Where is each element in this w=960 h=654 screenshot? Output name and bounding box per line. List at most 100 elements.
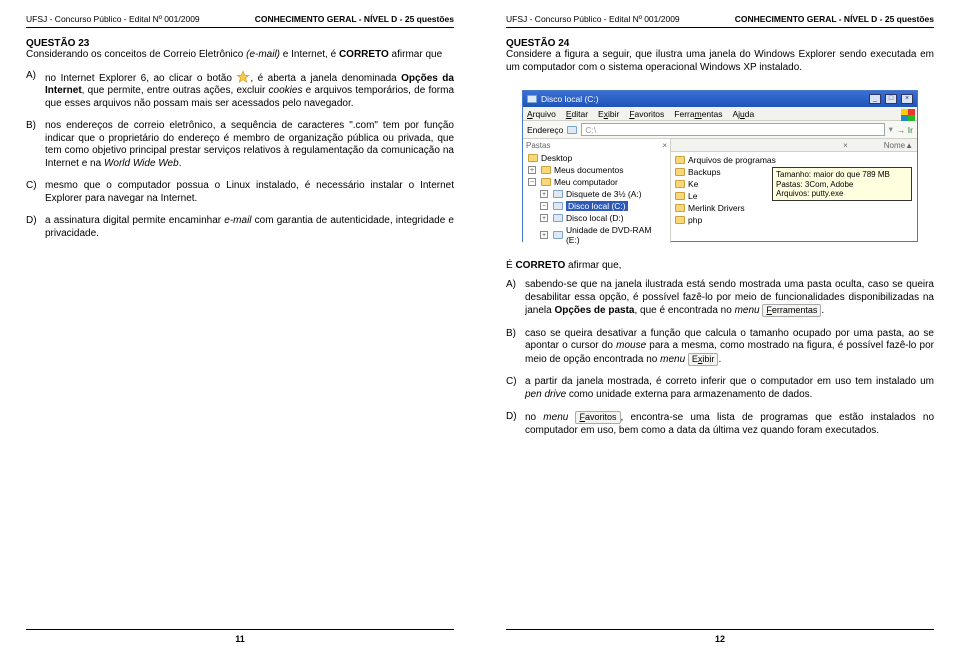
- opt-text: no Internet Explorer 6, ao clicar o botã…: [45, 70, 454, 111]
- menu-arquivo[interactable]: Arquivo: [527, 107, 556, 120]
- q23-stem: Considerando os conceitos de Correio Ele…: [26, 49, 454, 62]
- q23-opt-c: C) mesmo que o computador possua o Linux…: [26, 180, 454, 205]
- menu-ferramentas-icon: Ferramentas: [762, 304, 821, 317]
- list-item[interactable]: Arquivos de programas: [675, 154, 913, 166]
- menu-ferramentas[interactable]: Ferramentas: [674, 107, 722, 120]
- expand-icon[interactable]: +: [540, 190, 548, 198]
- folder-icon: [675, 216, 685, 224]
- explorer-titlebar: Disco local (C:) _ □ ×: [523, 91, 917, 107]
- q23-stem-pre: Considerando os conceitos de Correio Ele…: [26, 49, 246, 60]
- folder-tooltip: Tamanho: maior do que 789 MB Pastas: 3Co…: [772, 167, 912, 201]
- list-item[interactable]: php: [675, 214, 913, 226]
- expand-icon[interactable]: +: [528, 166, 536, 174]
- menu-editar[interactable]: Editar: [566, 107, 588, 120]
- folder-icon: [528, 154, 538, 162]
- collapse-icon[interactable]: −: [528, 178, 536, 186]
- close-icon[interactable]: ×: [901, 94, 913, 104]
- page-left: UFSJ - Concurso Público - Edital Nº 001/…: [0, 0, 480, 654]
- q23-opt-b: B) nos endereços de correio eletrônico, …: [26, 120, 454, 170]
- tooltip-line: Arquivos: putty.exe: [776, 189, 908, 198]
- expand-icon[interactable]: +: [540, 214, 548, 222]
- folder-icon: [675, 168, 685, 176]
- q23-b-post: .: [179, 158, 182, 169]
- q23-title: QUESTÃO 23: [26, 38, 454, 49]
- q24-prompt: É CORRETO afirmar que,: [506, 260, 934, 271]
- col-nome[interactable]: Nome: [884, 139, 905, 152]
- q24-stem: Considere a figura a seguir, que ilustra…: [506, 49, 934, 74]
- minimize-icon[interactable]: _: [869, 94, 881, 104]
- favorites-star-icon: [236, 70, 250, 84]
- folder-icon: [675, 204, 685, 212]
- computer-icon: [541, 178, 551, 186]
- q24-opt-d: D) no menu Favoritos, encontra-se uma li…: [506, 411, 934, 437]
- explorer-title-text: Disco local (C:): [541, 91, 599, 107]
- opt-letter: B): [506, 328, 520, 367]
- page-header: UFSJ - Concurso Público - Edital Nº 001/…: [26, 14, 454, 24]
- opt-text: a partir da janela mostrada, é correto i…: [525, 376, 934, 401]
- menu-exibir[interactable]: Exibir: [598, 107, 619, 120]
- opt-text: nos endereços de correio eletrônico, a s…: [45, 120, 454, 170]
- tree-item[interactable]: Desktop: [528, 152, 667, 164]
- folder-icon: [675, 156, 685, 164]
- q24-title: QUESTÃO 24: [506, 38, 934, 49]
- q23-d-em: e-mail: [224, 215, 251, 226]
- page-num-value: 12: [715, 634, 725, 644]
- tree-item[interactable]: −Meu computador: [528, 176, 667, 188]
- page-number-left: 11: [26, 623, 454, 644]
- q23-a-pre: no Internet Explorer 6, ao clicar o botã…: [45, 73, 236, 84]
- tree-item[interactable]: +Unidade de DVD-RAM (E:): [528, 224, 667, 246]
- page-number-right: 12: [506, 623, 934, 644]
- drive-icon: [527, 95, 537, 103]
- tree-item[interactable]: +Disquete de 3½ (A:): [528, 188, 667, 200]
- q23-opt-a: A) no Internet Explorer 6, ao clicar o b…: [26, 70, 454, 111]
- tree-item[interactable]: +Meus documentos: [528, 164, 667, 176]
- opt-text: a assinatura digital permite encaminhar …: [45, 215, 454, 240]
- tooltip-line: Pastas: 3Com, Adobe: [776, 180, 908, 189]
- q23-stem-em: (e-mail): [246, 49, 280, 60]
- q23-a-mid: , é aberta a janela denominada: [250, 73, 401, 84]
- header-rule: [26, 27, 454, 28]
- header-left: UFSJ - Concurso Público - Edital Nº 001/…: [26, 14, 200, 24]
- header-rule: [506, 27, 934, 28]
- address-label: Endereço: [527, 125, 563, 135]
- list-item[interactable]: Merlink Drivers: [675, 202, 913, 214]
- menu-ajuda[interactable]: Ajuda: [732, 107, 754, 120]
- folder-icon: [541, 166, 551, 174]
- menu-favoritos[interactable]: Favoritos: [629, 107, 664, 120]
- tree-item-selected[interactable]: −Disco local (C:): [528, 200, 667, 212]
- column-header: ×Nome ▲: [671, 139, 917, 152]
- opt-text: sabendo-se que na janela ilustrada está …: [525, 279, 934, 318]
- menu-exibir-icon: Exibir: [688, 353, 719, 366]
- header-right: CONHECIMENTO GERAL - NÍVEL D - 25 questõ…: [735, 14, 934, 24]
- header-left: UFSJ - Concurso Público - Edital Nº 001/…: [506, 14, 680, 24]
- q23-a-em: cookies: [269, 85, 303, 96]
- drive-icon: [553, 214, 563, 222]
- explorer-menubar: Arquivo Editar Exibir Favoritos Ferramen…: [523, 107, 917, 121]
- page-num-value: 11: [235, 634, 245, 644]
- opt-letter: C): [26, 180, 40, 205]
- opt-letter: D): [506, 411, 520, 437]
- dropdown-icon[interactable]: ▾: [889, 124, 893, 135]
- expand-icon[interactable]: +: [540, 231, 548, 239]
- go-label: Ir: [908, 125, 913, 135]
- menu-favoritos-icon: Favoritos: [575, 411, 620, 424]
- address-field[interactable]: C:\: [581, 123, 884, 136]
- opt-text: no menu Favoritos, encontra-se uma lista…: [525, 411, 934, 437]
- maximize-icon[interactable]: □: [885, 94, 897, 104]
- opt-letter: B): [26, 120, 40, 170]
- dvd-icon: [553, 231, 563, 239]
- folder-tree: Desktop +Meus documentos −Meu computador…: [526, 152, 667, 246]
- pane-title: Pastas ×: [526, 141, 667, 150]
- go-button[interactable]: → Ir: [897, 125, 913, 135]
- opt-text: caso se queira desativar a função que ca…: [525, 328, 934, 367]
- windows-flag-icon: [901, 109, 915, 121]
- q23-b-em: World Wide Web: [104, 158, 179, 169]
- q23-stem-bold: CORRETO: [339, 49, 389, 60]
- q23-stem-mid: e Internet, é: [280, 49, 339, 60]
- q23-opt-d: D) a assinatura digital permite encaminh…: [26, 215, 454, 240]
- opt-letter: C): [506, 376, 520, 401]
- collapse-icon[interactable]: −: [540, 202, 548, 210]
- opt-letter: A): [506, 279, 520, 318]
- floppy-icon: [553, 190, 563, 198]
- tree-item[interactable]: +Disco local (D:): [528, 212, 667, 224]
